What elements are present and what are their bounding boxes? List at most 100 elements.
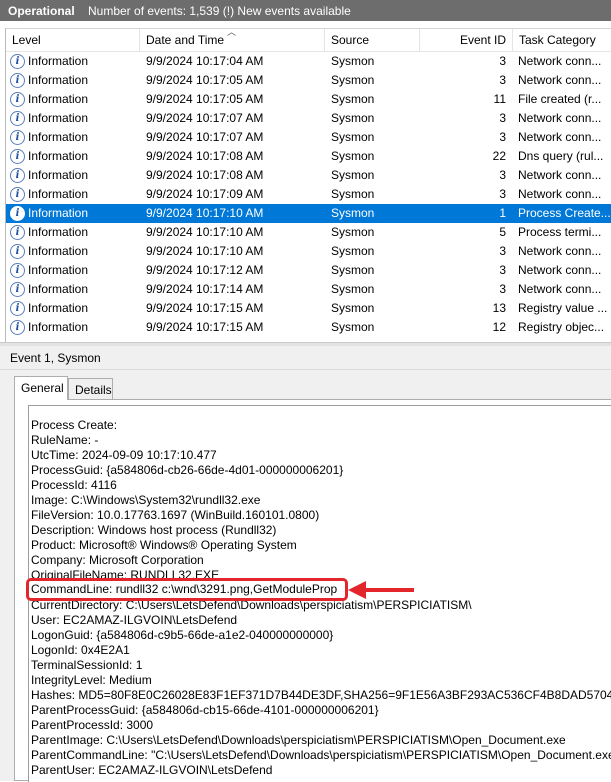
datetime-cell: 9/9/2024 10:17:04 AM [146,54,264,68]
level-text: Information [28,320,89,334]
table-row[interactable]: i Information 9/9/2024 10:17:08 AM Sysmon 22… [6,147,611,166]
table-row[interactable]: i Information 9/9/2024 10:17:05 AM Sysmon 3 N… [6,71,611,90]
table-row[interactable]: i Information 9/9/2024 10:17:15 AM Sysmon 13… [6,299,611,318]
table-row[interactable]: i Information 9/9/2024 10:17:15 AM Sysmon 12… [6,318,611,337]
table-row[interactable]: i Information 9/9/2024 10:17:10 AM Sysmon 5 P… [6,223,611,242]
tab-general[interactable]: General [14,376,68,400]
source-cell: Sysmon [331,54,375,68]
event-id-cell: 3 [499,54,506,68]
table-row[interactable]: i Information 9/9/2024 10:17:07 AM Sysmon 3 N… [6,128,611,147]
task-category-cell: Process termi... [518,225,602,239]
task-category-cell: Network conn... [518,244,602,258]
table-row[interactable]: i Information 9/9/2024 10:17:14 AM Sysmon 3 N… [6,280,611,299]
level-cell: i Information [10,52,140,71]
detail-line: LogonId: 0x4E2A1 [31,643,130,657]
datetime-cell: 9/9/2024 10:17:07 AM [146,130,264,144]
task-category-cell: File created (r... [518,92,602,106]
info-icon: i [10,301,25,316]
detail-line: Image: C:\Windows\System32\rundll32.exe [31,493,261,507]
detail-line: ProcessGuid: {a584806d-cb26-66de-4d01-00… [31,463,344,477]
level-text: Information [28,225,89,239]
table-row[interactable]: i Information 9/9/2024 10:17:09 AM Sysmon 3 N… [6,185,611,204]
column-header-source[interactable]: Source [325,29,420,51]
info-icon: i [10,244,25,259]
info-icon: i [10,187,25,202]
event-id-cell: 13 [492,301,506,315]
detail-line: IntegrityLevel: Medium [31,673,152,687]
task-category-cell: Process Create... [518,206,611,220]
level-text: Information [28,282,89,296]
datetime-cell: 9/9/2024 10:17:12 AM [146,263,264,277]
info-icon: i [10,263,25,278]
source-cell: Sysmon [331,168,375,182]
info-icon: i [10,282,25,297]
log-header-bar: Operational Number of events: 1,539 (!) … [0,0,611,21]
table-row[interactable]: i Information 9/9/2024 10:17:12 AM Sysmon 3 N… [6,261,611,280]
datetime-cell: 9/9/2024 10:17:05 AM [146,73,264,87]
detail-line: ProcessId: 4116 [31,478,117,492]
level-text: Information [28,73,89,87]
source-cell: Sysmon [331,149,375,163]
event-id-cell: 3 [499,244,506,258]
source-cell: Sysmon [331,244,375,258]
datetime-cell: 9/9/2024 10:17:14 AM [146,282,264,296]
datetime-cell: 9/9/2024 10:17:08 AM [146,149,264,163]
level-text: Information [28,263,89,277]
datetime-cell: 9/9/2024 10:17:10 AM [146,206,264,220]
table-row[interactable]: i Information 9/9/2024 10:17:08 AM Sysmon 3 N… [6,166,611,185]
task-category-cell: Network conn... [518,168,602,182]
source-cell: Sysmon [331,92,375,106]
level-cell: i Information [10,204,140,223]
info-icon: i [10,92,25,107]
task-category-cell: Network conn... [518,263,602,277]
info-icon: i [10,225,25,240]
datetime-cell: 9/9/2024 10:17:15 AM [146,301,264,315]
table-row[interactable]: i Information 9/9/2024 10:17:04 AM Sysmon 3 N… [6,52,611,71]
datetime-cell: 9/9/2024 10:17:09 AM [146,187,264,201]
table-row[interactable]: i Information 9/9/2024 10:17:10 AM Sysmon 3 N… [6,242,611,261]
source-cell: Sysmon [331,263,375,277]
info-icon: i [10,320,25,335]
event-id-cell: 3 [499,282,506,296]
datetime-cell: 9/9/2024 10:17:15 AM [146,320,264,334]
event-id-cell: 3 [499,73,506,87]
level-cell: i Information [10,90,140,109]
level-cell: i Information [10,299,140,318]
task-category-cell: Network conn... [518,187,602,201]
detail-line: Product: Microsoft® Windows® Operating S… [31,538,297,552]
event-id-cell: 12 [492,320,506,334]
column-header-event-id[interactable]: Event ID [420,29,513,51]
table-row[interactable]: i Information 9/9/2024 10:17:05 AM Sysmon 11… [6,90,611,109]
detail-line: Hashes: MD5=80F8E0C26028E83F1EF371D7B44D… [31,688,611,702]
source-cell: Sysmon [331,225,375,239]
info-icon: i [10,168,25,183]
detail-line: User: EC2AMAZ-ILGVOIN\LetsDefend [31,613,238,627]
level-cell: i Information [10,185,140,204]
commandline-line: CommandLine: rundll32 c:\wnd\3291.png,Ge… [31,582,338,596]
detail-line: UtcTime: 2024-09-09 10:17:10.477 [31,448,217,462]
detail-line: LogonGuid: {a584806d-c9b5-66de-a1e2-0400… [31,628,334,642]
event-detail-title: Event 1, Sysmon [0,346,611,370]
datetime-cell: 9/9/2024 10:17:10 AM [146,225,264,239]
table-row[interactable]: i Information 9/9/2024 10:17:07 AM Sysmon 3 N… [6,109,611,128]
red-arrow-icon [348,581,414,599]
task-category-cell: Dns query (rul... [518,149,604,163]
info-icon: i [10,111,25,126]
event-list[interactable]: Level Date and Time ︿ Source Event ID Ta… [5,28,611,342]
level-text: Information [28,92,89,106]
source-cell: Sysmon [331,282,375,296]
level-text: Information [28,206,89,220]
info-icon: i [10,206,25,221]
level-text: Information [28,301,89,315]
event-id-cell: 22 [492,149,506,163]
detail-line: RuleName: - [31,433,99,447]
task-category-cell: Registry objec... [518,320,605,334]
source-cell: Sysmon [331,206,375,220]
column-header-level[interactable]: Level [6,29,140,51]
tab-details[interactable]: Details [68,378,113,400]
level-cell: i Information [10,128,140,147]
info-icon: i [10,130,25,145]
column-header-task-category[interactable]: Task Category [513,29,611,51]
source-cell: Sysmon [331,111,375,125]
table-row[interactable]: i Information 9/9/2024 10:17:10 AM Sysmon 1 P… [6,204,611,223]
